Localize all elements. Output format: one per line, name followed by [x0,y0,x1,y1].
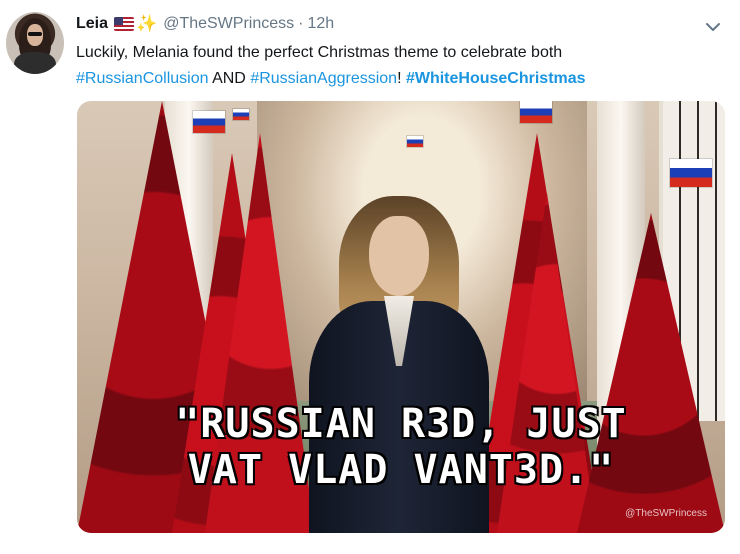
russia-flag-icon [670,159,712,187]
tweet-header: Leia ✨ @TheSWPrincess · 12h [76,13,334,35]
us-flag-icon [114,17,135,31]
author-handle[interactable]: @TheSWPrincess [163,15,294,33]
hashtag-russiancollusion[interactable]: #RussianCollusion [76,70,209,87]
hashtag-whitehousechristmas[interactable]: #WhiteHouseChristmas [406,70,586,87]
tweet-text-part1: Luckily, Melania found the perfect Chris… [76,44,563,61]
author-name[interactable]: Leia [76,15,108,33]
caption-line-1: "RUSSIAN R3D, JUST [175,401,627,447]
chevron-down-icon[interactable] [702,18,724,36]
watermark: @TheSWPrincess [625,508,707,519]
avatar[interactable] [6,12,64,74]
russia-flag-icon [193,111,225,133]
caption-line-2: VAT VLAD VANT3D." [187,447,615,493]
russia-flag-icon [233,109,249,120]
tweet-text-excl: ! [397,70,406,87]
tweet-text-and: AND [208,70,251,87]
timestamp[interactable]: 12h [307,15,334,33]
hashtag-russianaggression[interactable]: #RussianAggression [250,70,397,87]
russia-flag-icon [520,101,552,123]
sparkles-icon: ✨ [136,14,158,33]
russia-flag-icon [407,136,423,147]
separator: · [298,15,304,32]
tweet-text: Luckily, Melania found the perfect Chris… [76,40,716,92]
tweet-image[interactable]: "RUSSIAN R3D, JUST VAT VLAD VANT3D." @Th… [77,101,725,533]
meme-caption: "RUSSIAN R3D, JUST VAT VLAD VANT3D." [77,401,725,493]
